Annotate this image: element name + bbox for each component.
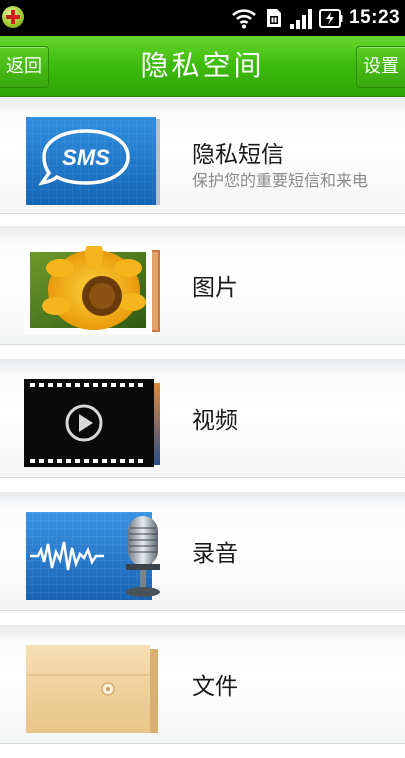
list-item-videos[interactable]: 视频 [0,359,405,478]
battery-charging-icon [319,9,343,28]
item-title-files: 文件 [192,674,238,700]
list-item-pictures[interactable]: 图片 [0,226,405,345]
status-clock: 15:23 [349,7,401,28]
settings-button[interactable]: 设置 [356,46,405,88]
sim-icon [267,9,281,27]
list-item-files[interactable]: 文件 [0,625,405,744]
item-title-recordings: 录音 [192,541,238,567]
signal-icon [290,9,312,29]
status-bar: 15:23 [0,0,405,36]
privacy-category-list: SMS 隐私短信 保护您的重要短信和来电 图片 视频 录音 文件 [0,97,405,758]
item-title-pictures: 图片 [192,275,238,301]
item-title-private-sms: 隐私短信 [192,142,284,168]
wifi-icon [232,9,256,29]
sms-icon-text: SMS [62,145,110,170]
app-plus-icon [2,6,24,28]
page-title: 隐私空间 [140,49,265,82]
item-subtitle-private-sms: 保护您的重要短信和来电 [192,171,369,190]
microphone-icon [26,512,160,600]
list-item-recordings[interactable]: 录音 [0,492,405,611]
title-bar: 返回 隐私空间 设置 [0,36,405,97]
item-title-videos: 视频 [192,408,238,434]
sms-icon: SMS [26,117,160,205]
video-icon [24,379,160,467]
picture-icon [24,246,160,334]
list-item-private-sms[interactable]: SMS 隐私短信 保护您的重要短信和来电 [0,97,405,214]
